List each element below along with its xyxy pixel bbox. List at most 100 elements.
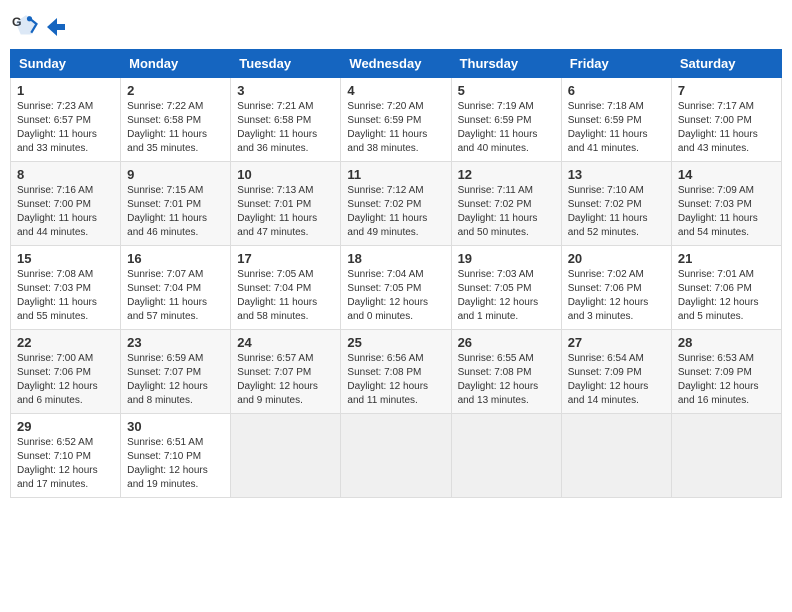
day-info: Sunrise: 7:15 AMSunset: 7:01 PMDaylight:… — [127, 184, 224, 240]
calendar-day-cell: 2 Sunrise: 7:22 AMSunset: 6:58 PMDaylight… — [121, 78, 231, 162]
day-info: Sunrise: 6:53 AMSunset: 7:09 PMDaylight:… — [678, 352, 775, 408]
day-info: Sunrise: 7:11 AMSunset: 7:02 PMDaylight:… — [458, 184, 555, 240]
day-number: 29 — [17, 419, 114, 434]
day-info: Sunrise: 7:02 AMSunset: 7:06 PMDaylight:… — [568, 268, 665, 324]
day-number: 6 — [568, 83, 665, 98]
calendar-day-cell: 27 Sunrise: 6:54 AMSunset: 7:09 PMDayligh… — [561, 330, 671, 414]
calendar-day-cell: 15 Sunrise: 7:08 AMSunset: 7:03 PMDayligh… — [11, 246, 121, 330]
calendar-day-cell: 3 Sunrise: 7:21 AMSunset: 6:58 PMDaylight… — [231, 78, 341, 162]
day-number: 26 — [458, 335, 555, 350]
day-number: 8 — [17, 167, 114, 182]
day-header-friday: Friday — [561, 50, 671, 78]
calendar-day-cell: 25 Sunrise: 6:56 AMSunset: 7:08 PMDayligh… — [341, 330, 451, 414]
calendar-day-cell: 21 Sunrise: 7:01 AMSunset: 7:06 PMDayligh… — [671, 246, 781, 330]
day-info: Sunrise: 7:08 AMSunset: 7:03 PMDaylight:… — [17, 268, 114, 324]
day-info: Sunrise: 6:55 AMSunset: 7:08 PMDaylight:… — [458, 352, 555, 408]
calendar-day-cell: 4 Sunrise: 7:20 AMSunset: 6:59 PMDaylight… — [341, 78, 451, 162]
day-number: 1 — [17, 83, 114, 98]
calendar-day-cell: 22 Sunrise: 7:00 AMSunset: 7:06 PMDayligh… — [11, 330, 121, 414]
day-info: Sunrise: 6:51 AMSunset: 7:10 PMDaylight:… — [127, 436, 224, 492]
day-number: 21 — [678, 251, 775, 266]
day-number: 20 — [568, 251, 665, 266]
day-number: 25 — [347, 335, 444, 350]
calendar-day-cell: 13 Sunrise: 7:10 AMSunset: 7:02 PMDayligh… — [561, 162, 671, 246]
calendar-day-cell — [341, 414, 451, 498]
calendar-day-cell: 10 Sunrise: 7:13 AMSunset: 7:01 PMDayligh… — [231, 162, 341, 246]
day-number: 4 — [347, 83, 444, 98]
calendar-day-cell: 14Sunrise: 7:09 AMSunset: 7:03 PMDayligh… — [671, 162, 781, 246]
day-number: 22 — [17, 335, 114, 350]
day-number: 30 — [127, 419, 224, 434]
logo-icon: G — [12, 10, 40, 38]
day-number: 9 — [127, 167, 224, 182]
calendar-week-row: 8 Sunrise: 7:16 AMSunset: 7:00 PMDaylight… — [11, 162, 782, 246]
calendar-day-cell: 5 Sunrise: 7:19 AMSunset: 6:59 PMDaylight… — [451, 78, 561, 162]
calendar-day-cell: 7Sunrise: 7:17 AMSunset: 7:00 PMDaylight… — [671, 78, 781, 162]
logo-arrow-icon — [45, 16, 67, 38]
day-number: 3 — [237, 83, 334, 98]
calendar-day-cell: 23 Sunrise: 6:59 AMSunset: 7:07 PMDayligh… — [121, 330, 231, 414]
day-info: Sunrise: 6:56 AMSunset: 7:08 PMDaylight:… — [347, 352, 444, 408]
page-header: G — [10, 10, 782, 43]
day-number: 23 — [127, 335, 224, 350]
day-number: 17 — [237, 251, 334, 266]
day-number: 24 — [237, 335, 334, 350]
day-header-wednesday: Wednesday — [341, 50, 451, 78]
calendar-day-cell: 28 Sunrise: 6:53 AMSunset: 7:09 PMDayligh… — [671, 330, 781, 414]
calendar-day-cell: 16 Sunrise: 7:07 AMSunset: 7:04 PMDayligh… — [121, 246, 231, 330]
day-info: Sunrise: 7:01 AMSunset: 7:06 PMDaylight:… — [678, 268, 775, 324]
day-number: 7 — [678, 83, 775, 98]
day-info: Sunrise: 6:57 AMSunset: 7:07 PMDaylight:… — [237, 352, 334, 408]
day-info: Sunrise: 6:54 AMSunset: 7:09 PMDaylight:… — [568, 352, 665, 408]
day-number: 18 — [347, 251, 444, 266]
calendar-week-row: 29 Sunrise: 6:52 AMSunset: 7:10 PMDayligh… — [11, 414, 782, 498]
day-info: Sunrise: 6:52 AMSunset: 7:10 PMDaylight:… — [17, 436, 114, 492]
day-number: 15 — [17, 251, 114, 266]
calendar-week-row: 1Sunrise: 7:23 AMSunset: 6:57 PMDaylight… — [11, 78, 782, 162]
day-header-saturday: Saturday — [671, 50, 781, 78]
day-number: 27 — [568, 335, 665, 350]
day-info: Sunrise: 7:05 AMSunset: 7:04 PMDaylight:… — [237, 268, 334, 324]
day-info: Sunrise: 7:00 AMSunset: 7:06 PMDaylight:… — [17, 352, 114, 408]
calendar-day-cell: 24 Sunrise: 6:57 AMSunset: 7:07 PMDayligh… — [231, 330, 341, 414]
day-header-thursday: Thursday — [451, 50, 561, 78]
calendar-week-row: 22 Sunrise: 7:00 AMSunset: 7:06 PMDayligh… — [11, 330, 782, 414]
calendar-day-cell: 12 Sunrise: 7:11 AMSunset: 7:02 PMDayligh… — [451, 162, 561, 246]
calendar-day-cell: 1Sunrise: 7:23 AMSunset: 6:57 PMDaylight… — [11, 78, 121, 162]
calendar-day-cell: 17 Sunrise: 7:05 AMSunset: 7:04 PMDayligh… — [231, 246, 341, 330]
calendar-day-cell: 8 Sunrise: 7:16 AMSunset: 7:00 PMDaylight… — [11, 162, 121, 246]
day-number: 10 — [237, 167, 334, 182]
calendar-day-cell: 26 Sunrise: 6:55 AMSunset: 7:08 PMDayligh… — [451, 330, 561, 414]
calendar-day-cell: 6 Sunrise: 7:18 AMSunset: 6:59 PMDaylight… — [561, 78, 671, 162]
day-number: 13 — [568, 167, 665, 182]
day-info: Sunrise: 7:07 AMSunset: 7:04 PMDaylight:… — [127, 268, 224, 324]
day-header-monday: Monday — [121, 50, 231, 78]
day-info: Sunrise: 7:20 AMSunset: 6:59 PMDaylight:… — [347, 100, 444, 156]
day-info: Sunrise: 7:16 AMSunset: 7:00 PMDaylight:… — [17, 184, 114, 240]
day-number: 28 — [678, 335, 775, 350]
day-info: Sunrise: 7:18 AMSunset: 6:59 PMDaylight:… — [568, 100, 665, 156]
day-info: Sunrise: 7:04 AMSunset: 7:05 PMDaylight:… — [347, 268, 444, 324]
calendar-day-cell: 11Sunrise: 7:12 AMSunset: 7:02 PMDayligh… — [341, 162, 451, 246]
day-header-sunday: Sunday — [11, 50, 121, 78]
day-info: Sunrise: 7:13 AMSunset: 7:01 PMDaylight:… — [237, 184, 334, 240]
day-number: 12 — [458, 167, 555, 182]
day-number: 16 — [127, 251, 224, 266]
calendar-day-cell — [671, 414, 781, 498]
day-info: Sunrise: 7:21 AMSunset: 6:58 PMDaylight:… — [237, 100, 334, 156]
day-info: Sunrise: 7:09 AMSunset: 7:03 PMDaylight:… — [678, 184, 775, 240]
day-info: Sunrise: 7:19 AMSunset: 6:59 PMDaylight:… — [458, 100, 555, 156]
day-info: Sunrise: 7:22 AMSunset: 6:58 PMDaylight:… — [127, 100, 224, 156]
day-info: Sunrise: 7:10 AMSunset: 7:02 PMDaylight:… — [568, 184, 665, 240]
day-number: 2 — [127, 83, 224, 98]
calendar-day-cell: 30 Sunrise: 6:51 AMSunset: 7:10 PMDayligh… — [121, 414, 231, 498]
calendar-day-cell: 29 Sunrise: 6:52 AMSunset: 7:10 PMDayligh… — [11, 414, 121, 498]
day-number: 11 — [347, 167, 444, 182]
day-info: Sunrise: 7:03 AMSunset: 7:05 PMDaylight:… — [458, 268, 555, 324]
calendar-day-cell — [451, 414, 561, 498]
day-number: 19 — [458, 251, 555, 266]
calendar-day-cell: 9 Sunrise: 7:15 AMSunset: 7:01 PMDaylight… — [121, 162, 231, 246]
day-info: Sunrise: 6:59 AMSunset: 7:07 PMDaylight:… — [127, 352, 224, 408]
day-number: 5 — [458, 83, 555, 98]
calendar-day-cell: 19 Sunrise: 7:03 AMSunset: 7:05 PMDayligh… — [451, 246, 561, 330]
